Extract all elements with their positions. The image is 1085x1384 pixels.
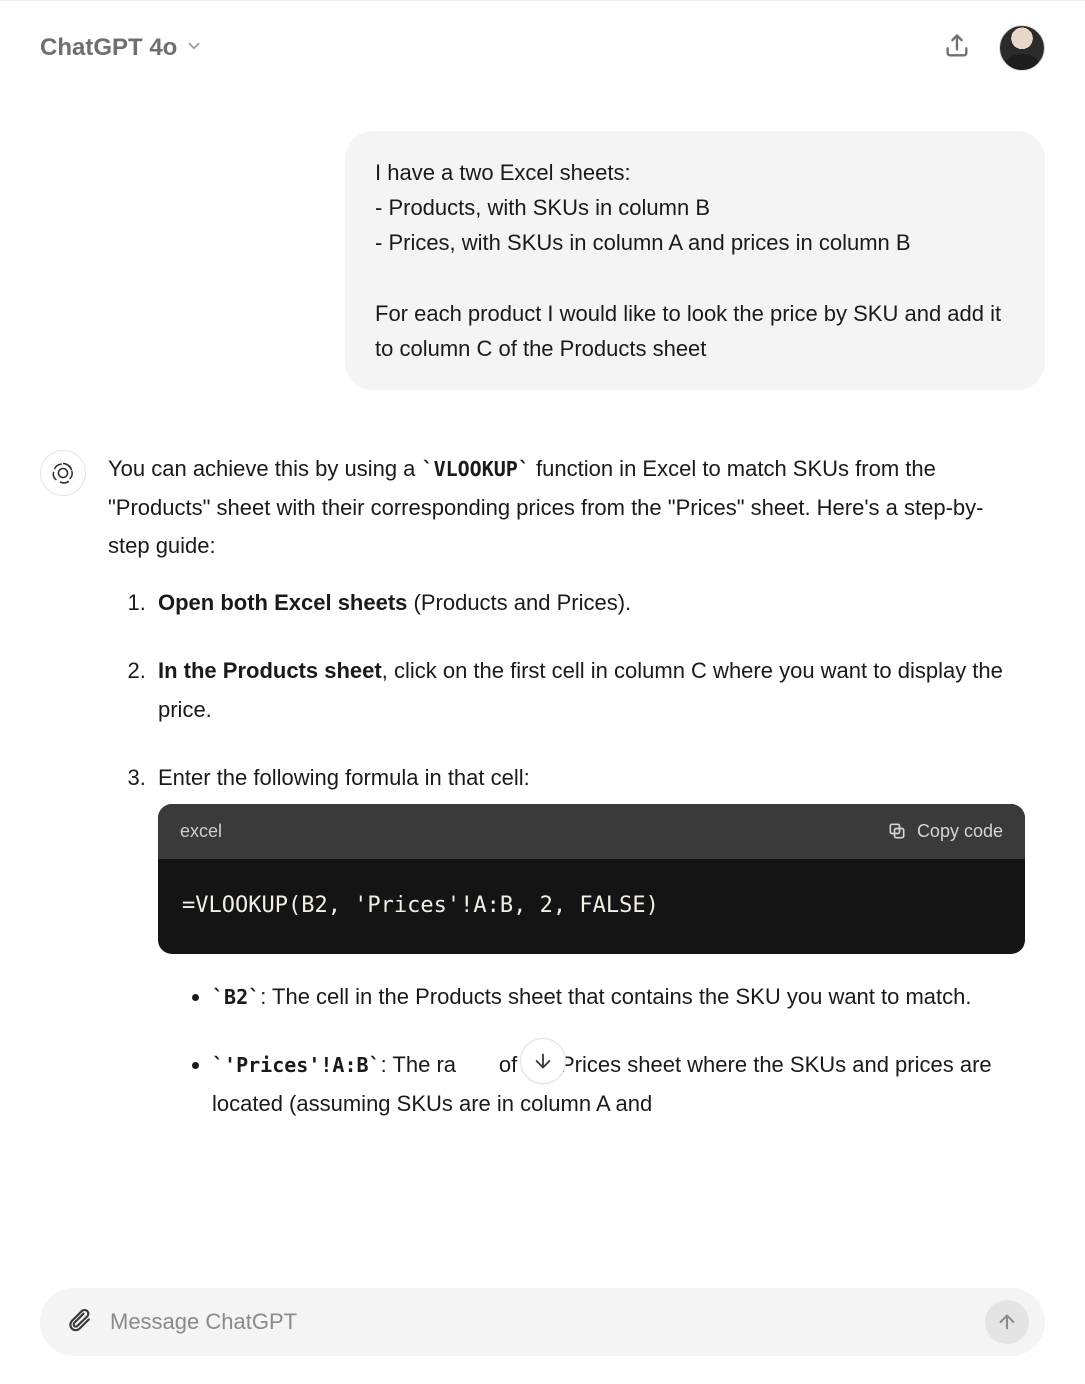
code-explanation-list: `B2`: The cell in the Products sheet tha… xyxy=(158,978,1025,1124)
copy-code-label: Copy code xyxy=(917,816,1003,848)
message-composer xyxy=(40,1288,1045,1356)
step-3-text: Enter the following formula in that cell… xyxy=(158,765,530,790)
model-selector[interactable]: ChatGPT 4o xyxy=(40,34,203,62)
share-icon[interactable] xyxy=(943,32,971,65)
user-message-bubble: I have a two Excel sheets: - Products, w… xyxy=(345,131,1045,390)
chat-area: I have a two Excel sheets: - Products, w… xyxy=(0,91,1085,1153)
model-label: ChatGPT 4o xyxy=(40,34,177,62)
text: You can achieve this by using a xyxy=(108,456,422,481)
scroll-to-bottom-button[interactable] xyxy=(520,1038,566,1084)
code-content[interactable]: =VLOOKUP(B2, 'Prices'!A:B, 2, FALSE) xyxy=(158,859,1025,954)
paperclip-icon xyxy=(66,1307,92,1333)
inline-code-b2: `B2` xyxy=(212,985,260,1009)
chevron-down-icon xyxy=(185,34,203,62)
openai-logo-icon xyxy=(50,460,76,486)
step-1: Open both Excel sheets (Products and Pri… xyxy=(152,584,1025,623)
assistant-intro-paragraph: You can achieve this by using a `VLOOKUP… xyxy=(108,450,1025,566)
code-block-header: excel Copy code xyxy=(158,804,1025,860)
bullet-prices-range: `'Prices'!A:B`: The range of the Prices … xyxy=(212,1046,1025,1123)
step-2: In the Products sheet, click on the firs… xyxy=(152,652,1025,729)
step-3: Enter the following formula in that cell… xyxy=(152,759,1025,1123)
copy-icon xyxy=(887,821,907,841)
copy-code-button[interactable]: Copy code xyxy=(887,816,1003,848)
bottom-fade xyxy=(0,1154,1085,1294)
attach-button[interactable] xyxy=(66,1307,92,1338)
user-avatar[interactable] xyxy=(999,25,1045,71)
user-message-row: I have a two Excel sheets: - Products, w… xyxy=(40,131,1045,390)
arrow-up-icon xyxy=(996,1311,1018,1333)
bullet-b2: `B2`: The cell in the Products sheet tha… xyxy=(212,978,1025,1017)
step-2-bold: In the Products sheet xyxy=(158,658,382,683)
message-input[interactable] xyxy=(110,1309,967,1335)
bullet-b2-text: : The cell in the Products sheet that co… xyxy=(260,984,971,1009)
header-bar: ChatGPT 4o xyxy=(0,0,1085,91)
arrow-down-icon xyxy=(532,1050,554,1072)
inline-code-vlookup: `VLOOKUP` xyxy=(422,457,530,481)
step-1-rest: (Products and Prices). xyxy=(407,590,631,615)
step-1-bold: Open both Excel sheets xyxy=(158,590,407,615)
code-language-label: excel xyxy=(180,816,222,848)
code-block: excel Copy code =VLOOKUP(B2, 'Prices'!A:… xyxy=(158,804,1025,954)
assistant-message-content: You can achieve this by using a `VLOOKUP… xyxy=(108,450,1045,1153)
send-button[interactable] xyxy=(985,1300,1029,1344)
bullet-prices-text-a: : The ra xyxy=(381,1052,456,1077)
inline-code-prices: `'Prices'!A:B` xyxy=(212,1053,381,1077)
header-actions xyxy=(943,25,1045,71)
assistant-avatar xyxy=(40,450,86,496)
steps-list: Open both Excel sheets (Products and Pri… xyxy=(108,584,1025,1124)
